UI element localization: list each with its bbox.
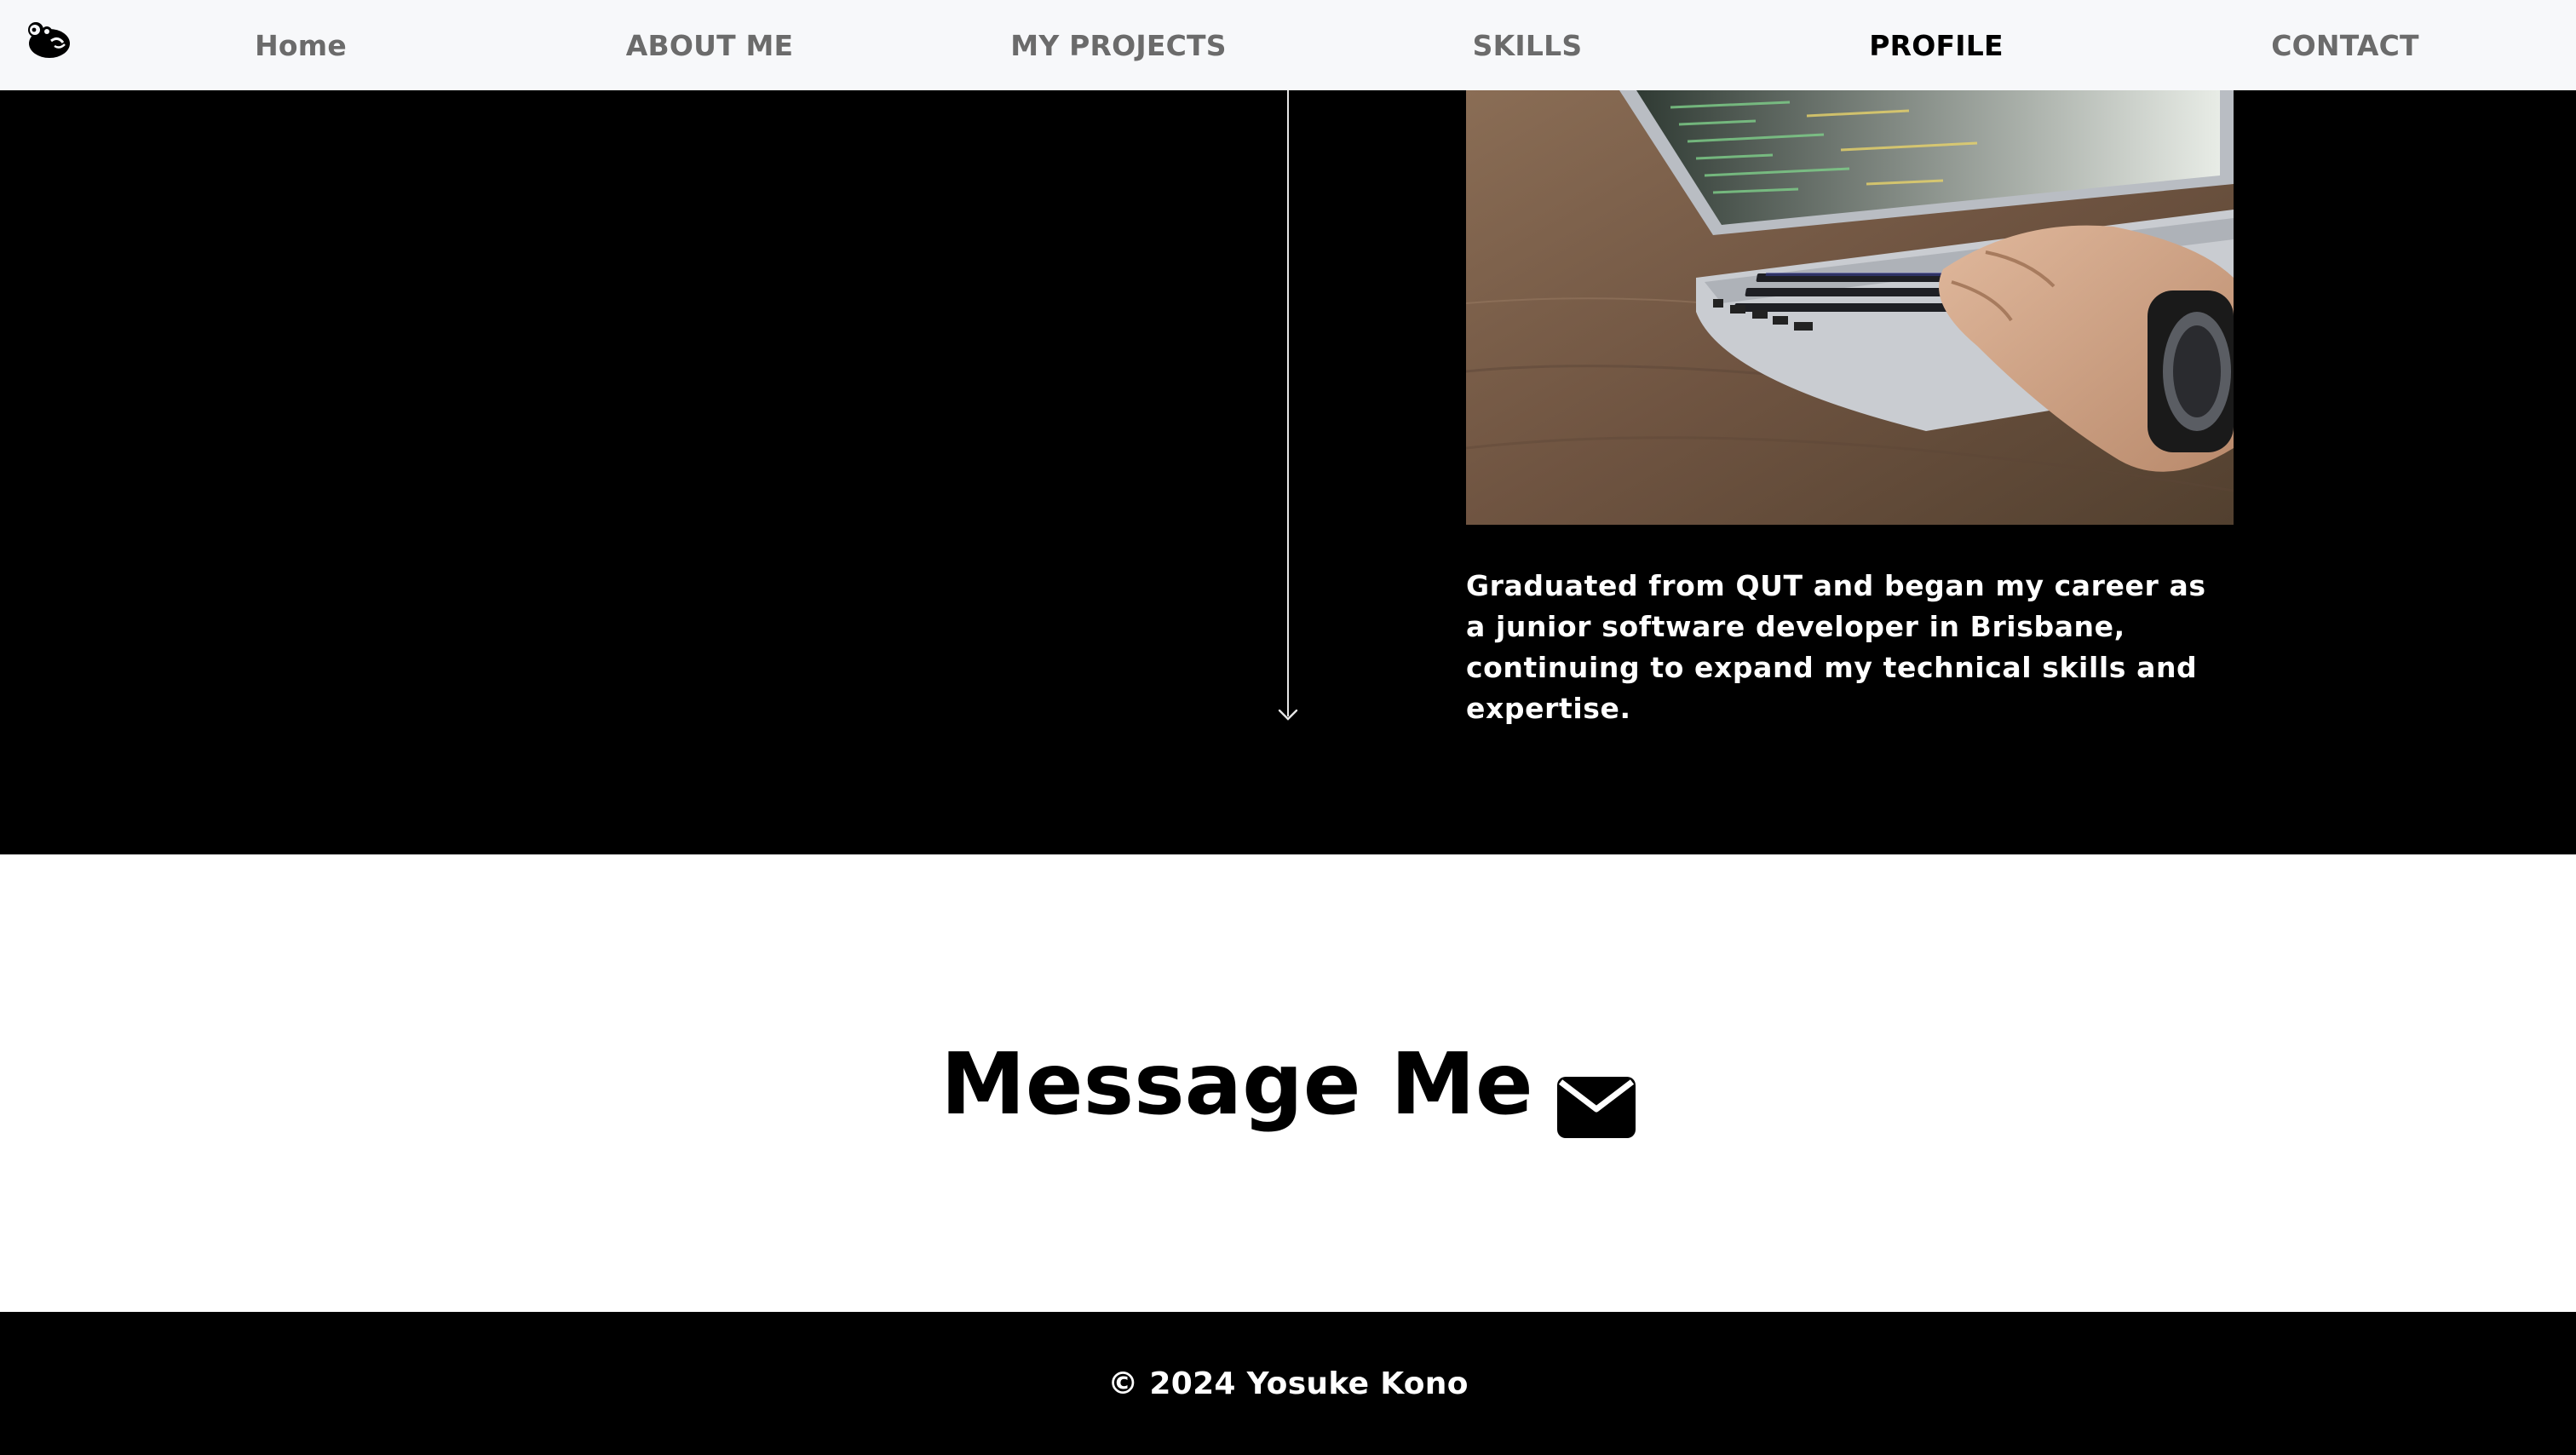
message-heading: Message Me [0, 1029, 2576, 1140]
message-section: Message Me [0, 854, 2576, 1312]
navbar: Home ABOUT ME MY PROJECTS SKILLS PROFILE… [0, 0, 2576, 90]
footer: © 2024 Yosuke Kono [0, 1312, 2576, 1455]
nav-item-contact[interactable]: CONTACT [2141, 29, 2550, 62]
arrow-down-icon [1278, 702, 1298, 722]
main-nav: Home ABOUT ME MY PROJECTS SKILLS PROFILE… [96, 0, 2550, 90]
nav-item-my-projects[interactable]: MY PROJECTS [914, 29, 1323, 62]
nav-item-skills[interactable]: SKILLS [1323, 29, 1732, 62]
nav-item-profile[interactable]: PROFILE [1732, 29, 2141, 62]
message-heading-text: Message Me [940, 1034, 1533, 1134]
nav-item-home[interactable]: Home [96, 29, 505, 62]
otter-logo-icon[interactable] [26, 20, 72, 60]
timeline-entry-text: Graduated from QUT and began my career a… [1466, 569, 2206, 725]
envelope-icon[interactable] [1556, 1054, 1636, 1138]
copyright-text: © 2024 Yosuke Kono [1107, 1366, 1469, 1401]
timeline-line [1287, 90, 1289, 716]
profile-timeline-section: Graduated from QUT and began my career a… [0, 90, 2576, 854]
nav-item-about-me[interactable]: ABOUT ME [505, 29, 914, 62]
laptop-coding-photo [1466, 90, 2234, 525]
